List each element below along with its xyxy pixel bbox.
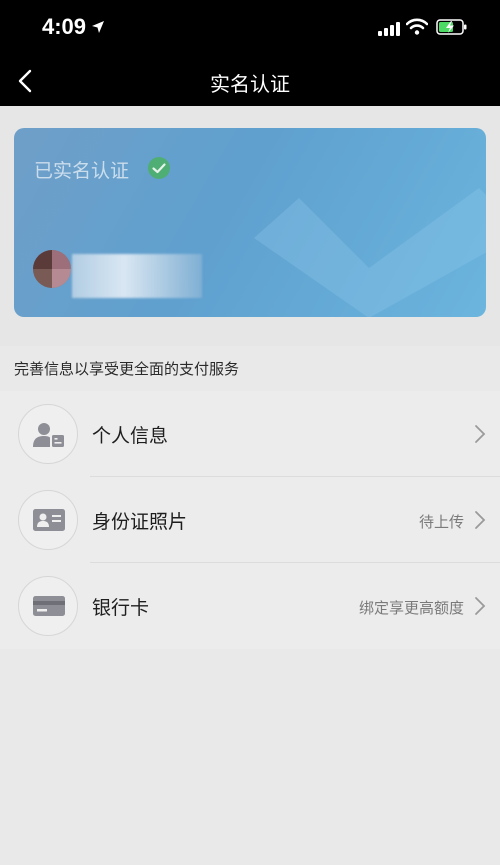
masked-user-name (72, 254, 202, 298)
verified-check-icon (147, 156, 171, 184)
list-item-status: 绑定享更高额度 (358, 599, 464, 617)
bank-card-icon (33, 596, 65, 616)
list-item-id-photo[interactable]: 身份证照片 待上传 (0, 477, 500, 563)
list-item-bank-card[interactable]: 银行卡 绑定享更高额度 (0, 563, 500, 649)
location-arrow-icon (91, 19, 105, 38)
status-time: 4:09 (42, 14, 87, 39)
content-area: 已实名认证 完善信息以享受更全面的支付服务 个人信息 身份证照片 待上传 银行卡… (0, 106, 500, 865)
personal-info-icon-circle (18, 404, 78, 464)
list-item-label: 身份证照片 (92, 511, 188, 533)
verification-status-label: 已实名认证 (34, 160, 130, 182)
card-area: 已实名认证 (0, 106, 500, 346)
list-item-label: 银行卡 (92, 597, 150, 619)
chevron-right-icon (474, 510, 486, 534)
status-bar: 4:09 (0, 0, 500, 56)
battery-charging-icon (436, 19, 468, 39)
person-id-icon (33, 423, 64, 447)
list-item-label: 个人信息 (92, 425, 169, 447)
cellular-signal-icon (378, 21, 400, 40)
avatar (33, 250, 71, 288)
section-title: 完善信息以享受更全面的支付服务 (14, 360, 240, 378)
id-photo-icon-circle (18, 490, 78, 550)
id-card-icon (33, 509, 65, 531)
chevron-right-icon (474, 596, 486, 620)
page-title: 实名认证 (210, 72, 290, 96)
verification-list: 个人信息 身份证照片 待上传 银行卡 绑定享更高额度 (0, 391, 500, 649)
navigation-bar: 实名认证 (0, 56, 500, 106)
list-item-personal-info[interactable]: 个人信息 (0, 391, 500, 477)
card-check-watermark-icon (254, 188, 486, 317)
wifi-icon (405, 18, 429, 39)
list-item-status: 待上传 (418, 513, 464, 531)
verification-card[interactable]: 已实名认证 (14, 128, 486, 317)
chevron-right-icon (474, 424, 486, 448)
bank-card-icon-circle (18, 576, 78, 636)
